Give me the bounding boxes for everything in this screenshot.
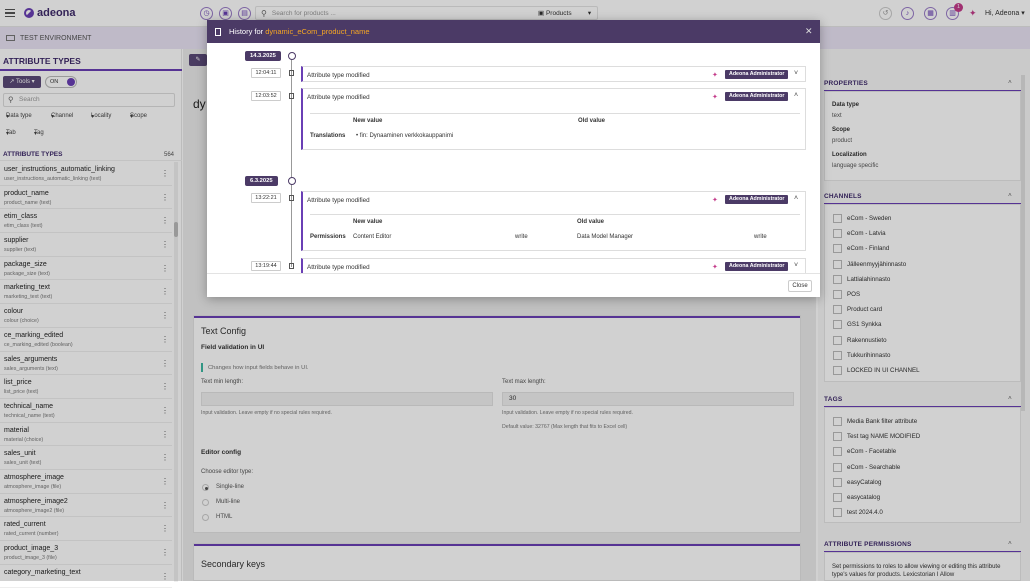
change-new-value: • fin: Dynaaminen verkkokauppanimi <box>356 133 454 139</box>
history-timeline: 14.3.2025 12:04:11 Attribute type modifi… <box>207 43 820 273</box>
time-pill: 12:04:11 <box>251 68 281 78</box>
change-row-label: Translations <box>310 133 346 139</box>
timeline-dot <box>288 52 296 60</box>
change-table: New value Old value Translations • fin: … <box>310 113 800 143</box>
event-text: Attribute type modified <box>307 264 370 271</box>
date-pill: 6.3.2025 <box>245 176 278 186</box>
event-text: Attribute type modified <box>307 94 370 101</box>
change-row-label: Permissions <box>310 234 346 240</box>
user-badge: Adeona Administrator <box>725 195 789 204</box>
new-value-header: New value <box>353 219 383 225</box>
history-event-row[interactable]: Attribute type modified ✦ Adeona Adminis… <box>301 66 806 82</box>
time-pill: 12:03:52 <box>251 91 281 101</box>
modal-title-prefix: History for <box>229 27 266 36</box>
time-pill: 13:22:21 <box>251 193 281 203</box>
event-text: Attribute type modified <box>307 197 370 204</box>
chevron-down-icon[interactable]: ˅ <box>794 262 798 269</box>
modal-header: History for dynamic_eCom_product_name ✕ <box>207 20 820 43</box>
change-table: New value Old value Permissions Content … <box>310 214 800 244</box>
user-badge: Adeona Administrator <box>725 92 789 101</box>
avatar-icon: ✦ <box>712 72 718 79</box>
history-event-row[interactable]: Attribute type modified ✦ Adeona Adminis… <box>301 258 806 273</box>
history-event-row-expanded[interactable]: Attribute type modified ✦ Adeona Adminis… <box>301 88 806 150</box>
time-pill: 13:19:44 <box>251 261 281 271</box>
user-badge: Adeona Administrator <box>725 262 789 271</box>
new-value-header: New value <box>353 118 383 124</box>
change-old-permission: write <box>754 234 767 240</box>
avatar-icon: ✦ <box>712 197 718 204</box>
chevron-up-icon[interactable]: ˄ <box>794 195 798 202</box>
avatar-icon: ✦ <box>712 94 718 101</box>
chevron-up-icon[interactable]: ˄ <box>794 92 798 99</box>
event-text: Attribute type modified <box>307 72 370 79</box>
old-value-header: Old value <box>577 219 605 225</box>
avatar-icon: ✦ <box>712 264 718 271</box>
history-modal: History for dynamic_eCom_product_name ✕ … <box>207 20 820 297</box>
user-badge: Adeona Administrator <box>725 70 789 79</box>
change-new-permission: write <box>515 234 528 240</box>
old-value-header: Old value <box>578 118 606 124</box>
modal-footer: Close <box>207 273 820 297</box>
timeline-line <box>291 57 292 267</box>
history-event-row-expanded[interactable]: Attribute type modified ✦ Adeona Adminis… <box>301 191 806 251</box>
document-icon <box>289 93 294 99</box>
document-icon <box>289 70 294 76</box>
document-icon <box>215 28 221 36</box>
modal-title-name: dynamic_eCom_product_name <box>265 27 370 36</box>
chevron-down-icon[interactable]: ˅ <box>794 70 798 77</box>
change-old-value: Data Model Manager <box>577 234 634 240</box>
close-button[interactable]: Close <box>788 280 812 292</box>
document-icon <box>289 263 294 269</box>
timeline-dot <box>288 177 296 185</box>
date-pill: 14.3.2025 <box>245 51 281 61</box>
document-icon <box>289 195 294 201</box>
change-new-value: Content Editor <box>353 234 392 240</box>
close-icon[interactable]: ✕ <box>805 20 813 43</box>
